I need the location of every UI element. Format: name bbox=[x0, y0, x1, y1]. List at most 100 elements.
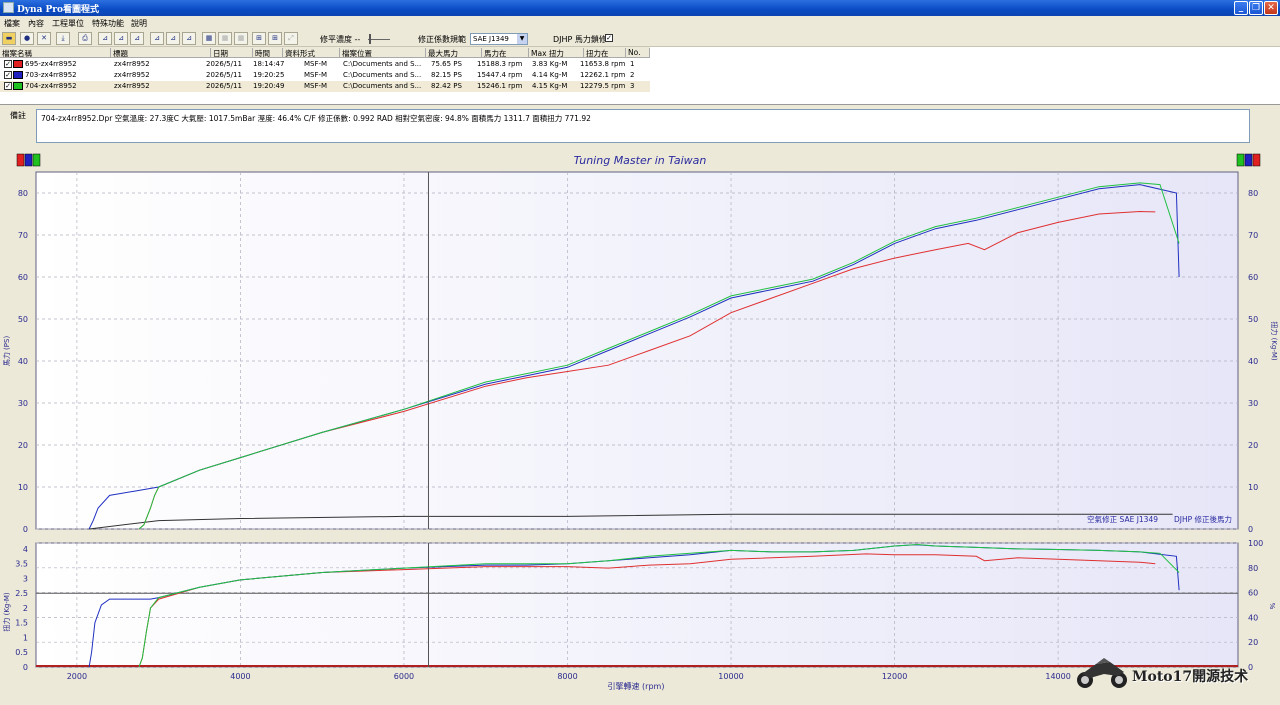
toolbar: ▬ ● ✕ ⤓ ⎙ ⊿ ⊿ ⊿ ⊿ ⊿ ⊿ ▦ ▦ ▦ ⊞ ⊞ ⤢ 修平濃度 -… bbox=[0, 30, 1280, 47]
row-checkbox[interactable]: ✓ bbox=[4, 82, 12, 90]
file-list-row[interactable]: ✓ 704-zx4rr8952 zx4rr8952 2026/5/11 19:20:49… bbox=[0, 81, 650, 92]
power-plot-frame bbox=[35, 171, 1239, 530]
notes-textbox[interactable]: 704-zx4rr8952.Dpr 空氣溫度: 27.3度C 大氣壓: 1017… bbox=[36, 109, 1250, 143]
col-max-hp[interactable]: 最大馬力 bbox=[426, 48, 482, 58]
grid-icon[interactable]: ⊿ bbox=[182, 32, 196, 45]
fit-icon[interactable]: ⊞ bbox=[252, 32, 266, 45]
file-list-row[interactable]: ✓ 703-zx4rr8952 zx4rr8952 2026/5/11 19:20:25… bbox=[0, 70, 650, 81]
maximize-button[interactable]: ❐ bbox=[1249, 1, 1263, 15]
close-button[interactable]: ✕ bbox=[1264, 1, 1278, 15]
minimize-button[interactable]: _ bbox=[1234, 1, 1248, 15]
legend-swatch bbox=[1236, 153, 1245, 167]
file-list: 檔案名稱 標題 日期 時間 資料形式 檔案位置 最大馬力 馬力在 Max 扭力 … bbox=[0, 47, 1280, 105]
row-color-swatch[interactable] bbox=[13, 71, 23, 79]
col-max-tq[interactable]: Max 扭力 bbox=[529, 48, 584, 58]
x-tick-label: 12000 bbox=[882, 672, 907, 681]
y2-tick-label: 40 bbox=[1248, 613, 1258, 622]
col-path[interactable]: 檔案位置 bbox=[340, 48, 426, 58]
cell-title: zx4rr8952 bbox=[114, 71, 150, 79]
y-tick-label: 80 bbox=[18, 189, 28, 198]
torque-curve-icon[interactable]: ⊿ bbox=[114, 32, 128, 45]
col-title[interactable]: 標題 bbox=[111, 48, 211, 58]
scale-icon[interactable]: ▦ bbox=[234, 32, 248, 45]
djhp-checkbox[interactable]: ✓ bbox=[605, 34, 613, 42]
compare-icon[interactable]: ⊿ bbox=[166, 32, 180, 45]
overlay-icon[interactable]: ⊿ bbox=[150, 32, 164, 45]
smooth-slider-knob[interactable] bbox=[369, 34, 371, 44]
y2-tick-label: 60 bbox=[1248, 589, 1258, 598]
dyno-chart[interactable]: Tuning Master in Taiwan0 010 1020 2030 3040 4… bbox=[0, 146, 1280, 703]
color-icon[interactable]: ● bbox=[20, 32, 34, 45]
cell-max-tq: 4.14 Kg-M bbox=[532, 71, 568, 79]
table-icon[interactable]: ▦ bbox=[202, 32, 216, 45]
y2-tick-label: 10 bbox=[1248, 483, 1258, 492]
smooth-label: 修平濃度 -- bbox=[320, 35, 361, 44]
cell-date: 2026/5/11 bbox=[206, 60, 242, 68]
menu-content[interactable]: 內容 bbox=[28, 18, 44, 29]
export-icon[interactable]: ⤓ bbox=[56, 32, 70, 45]
djhp-label: DJHP 馬力鎖修 bbox=[553, 35, 607, 44]
row-color-swatch[interactable] bbox=[13, 60, 23, 68]
x-tick-label: 8000 bbox=[557, 672, 577, 681]
y2-tick-label: 20 bbox=[1248, 441, 1258, 450]
file-list-header: 檔案名稱 標題 日期 時間 資料形式 檔案位置 最大馬力 馬力在 Max 扭力 … bbox=[0, 47, 650, 58]
cell-tq-at: 12262.1 rpm bbox=[580, 71, 626, 79]
col-time[interactable]: 時間 bbox=[253, 48, 283, 58]
col-type[interactable]: 資料形式 bbox=[283, 48, 340, 58]
y2-tick-label: 80 bbox=[1248, 189, 1258, 198]
cell-hp-at: 15447.4 rpm bbox=[477, 71, 523, 79]
window-title: Dyna Pro看圖程式 bbox=[17, 5, 100, 15]
standard-label: 修正係數規範 bbox=[418, 35, 466, 44]
cell-path: C:\Documents and S... bbox=[343, 82, 422, 90]
y2-tick-label: 70 bbox=[1248, 231, 1258, 240]
y-tick-label: 2.5 bbox=[15, 589, 28, 598]
col-date[interactable]: 日期 bbox=[211, 48, 253, 58]
expand-icon[interactable]: ⤢ bbox=[284, 32, 298, 45]
y-tick-label: 40 bbox=[18, 357, 28, 366]
col-no[interactable]: No. bbox=[626, 48, 650, 58]
y2-axis-label: 扭力 (Kg-M) bbox=[1270, 321, 1279, 361]
y-tick-label: 3.5 bbox=[15, 560, 28, 569]
y-tick-label: 2 bbox=[23, 604, 28, 613]
cell-tq-at: 11653.8 rpm bbox=[580, 60, 626, 68]
cell-type: MSF-M bbox=[304, 60, 328, 68]
motorcycle-logo-icon bbox=[1077, 658, 1127, 688]
afr-curve-icon[interactable]: ⊿ bbox=[130, 32, 144, 45]
row-checkbox[interactable]: ✓ bbox=[4, 60, 12, 68]
open-icon[interactable]: ▬ bbox=[2, 32, 16, 45]
cell-type: MSF-M bbox=[304, 71, 328, 79]
y2-tick-label: 0 bbox=[1248, 525, 1253, 534]
torque-plot-frame bbox=[35, 542, 1239, 668]
cell-date: 2026/5/11 bbox=[206, 82, 242, 90]
zoom-icon[interactable]: ▦ bbox=[218, 32, 232, 45]
col-tq-at[interactable]: 扭力在 bbox=[584, 48, 626, 58]
col-hp-at[interactable]: 馬力在 bbox=[482, 48, 529, 58]
x-tick-label: 14000 bbox=[1045, 672, 1070, 681]
cell-name: 695-zx4rr8952 bbox=[25, 60, 77, 68]
standard-select[interactable]: SAE J1349 ▼ bbox=[470, 33, 528, 45]
col-filename[interactable]: 檔案名稱 bbox=[0, 48, 111, 58]
print-icon[interactable]: ⎙ bbox=[78, 32, 92, 45]
menu-special[interactable]: 特殊功能 bbox=[92, 18, 124, 29]
smooth-slider-track[interactable] bbox=[368, 39, 390, 40]
delete-icon[interactable]: ✕ bbox=[37, 32, 51, 45]
y-tick-label: 60 bbox=[18, 273, 28, 282]
x-tick-label: 10000 bbox=[718, 672, 743, 681]
hp-curve-icon[interactable]: ⊿ bbox=[98, 32, 112, 45]
chevron-down-icon[interactable]: ▼ bbox=[517, 34, 527, 44]
y-tick-label: 50 bbox=[18, 315, 28, 324]
file-list-row[interactable]: ✓ 695-zx4rr8952 zx4rr8952 2026/5/11 18:14:47… bbox=[0, 59, 650, 70]
row-checkbox[interactable]: ✓ bbox=[4, 71, 12, 79]
cell-name: 703-zx4rr8952 bbox=[25, 71, 77, 79]
menu-units[interactable]: 工程單位 bbox=[52, 18, 84, 29]
y2-tick-label: 50 bbox=[1248, 315, 1258, 324]
y2-tick-label: 20 bbox=[1248, 638, 1258, 647]
fullscreen-icon[interactable]: ⊞ bbox=[268, 32, 282, 45]
menu-file[interactable]: 檔案 bbox=[4, 18, 20, 29]
row-color-swatch[interactable] bbox=[13, 82, 23, 90]
y-axis-label: 馬力 (PS) bbox=[2, 336, 11, 367]
window-titlebar: Dyna Pro看圖程式 _ ❐ ✕ bbox=[0, 0, 1280, 16]
menu-help[interactable]: 說明 bbox=[131, 18, 147, 29]
y-tick-label: 0 bbox=[23, 663, 28, 672]
watermark-text: Moto17開源技术 bbox=[1132, 669, 1249, 685]
